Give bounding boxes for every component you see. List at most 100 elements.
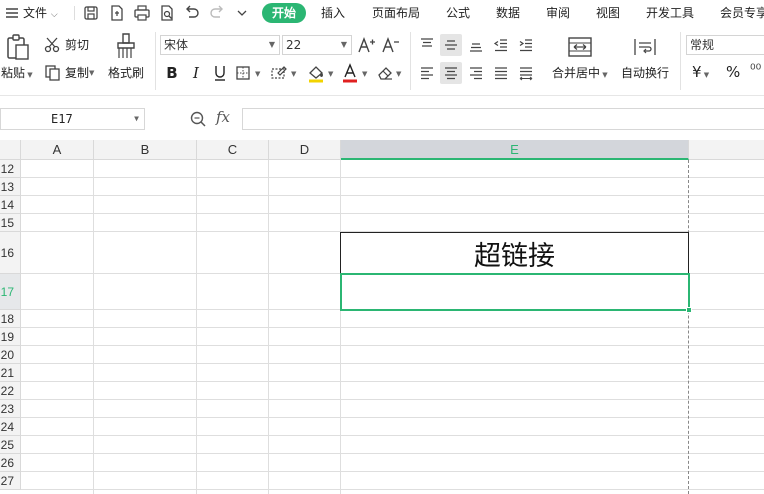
decrease-indent-icon[interactable] [490, 34, 512, 56]
row-header-16[interactable]: 16 [0, 232, 21, 274]
undo-icon[interactable] [183, 4, 201, 22]
copy-label: 复制 [65, 66, 90, 80]
align-center-icon[interactable] [440, 62, 462, 84]
tab-developer[interactable]: 开发工具 [646, 3, 694, 23]
row-header-22[interactable]: 22 [0, 382, 21, 400]
tab-data[interactable]: 数据 [496, 3, 520, 23]
tab-formulas[interactable]: 公式 [446, 3, 470, 23]
font-size-select[interactable]: 22 ▼ [282, 35, 352, 55]
number-format-value: 常规 [690, 38, 715, 52]
save-icon[interactable] [82, 4, 100, 22]
tab-insert[interactable]: 插入 [321, 3, 345, 23]
row-header-17[interactable]: 17 [0, 274, 21, 310]
divider [74, 6, 75, 20]
row-header-27[interactable]: 27 [0, 472, 21, 490]
column-header-e[interactable]: E [341, 140, 689, 160]
increase-font-size-icon[interactable] [356, 34, 378, 56]
chevron-down-icon[interactable]: ▼ [255, 70, 260, 78]
active-cell-e17[interactable] [340, 273, 690, 311]
row-header-12[interactable]: 12 [0, 160, 21, 178]
align-top-icon[interactable] [416, 34, 438, 56]
formula-bar: E17 ▼ fx [0, 96, 764, 140]
print-preview-icon[interactable] [158, 4, 176, 22]
chevron-down-icon[interactable]: ▼ [362, 70, 367, 78]
column-header-a[interactable]: A [21, 140, 94, 160]
row-header-25[interactable]: 25 [0, 436, 21, 454]
row-header-19[interactable]: 19 [0, 328, 21, 346]
format-painter-icon[interactable] [113, 32, 139, 60]
distributed-align-icon[interactable] [515, 62, 537, 84]
bold-icon[interactable]: B [161, 62, 183, 84]
column-header-f[interactable] [689, 140, 764, 160]
chevron-down-icon: ▼ [25, 71, 33, 79]
align-bottom-icon[interactable] [465, 34, 487, 56]
copy-button[interactable]: 复制 ▼ [44, 64, 94, 81]
comma-style-icon[interactable]: ⁰⁰ [750, 62, 761, 78]
merge-center-icon[interactable] [566, 35, 594, 59]
fill-handle[interactable] [686, 307, 692, 313]
align-left-icon[interactable] [416, 62, 438, 84]
chevron-down-icon[interactable]: ▼ [396, 70, 401, 78]
zoom-search-icon[interactable] [189, 110, 207, 128]
row-header-14[interactable]: 14 [0, 196, 21, 214]
align-right-icon[interactable] [465, 62, 487, 84]
merge-center-button[interactable]: 合并居中 ▼ [552, 64, 608, 81]
insert-function-button[interactable]: fx [216, 108, 230, 126]
row-header-20[interactable]: 20 [0, 346, 21, 364]
paste-icon[interactable] [4, 33, 30, 61]
row-header-23[interactable]: 23 [0, 400, 21, 418]
column-header-b[interactable]: B [94, 140, 197, 160]
font-name-value: 宋体 [164, 38, 189, 52]
row-header-18[interactable]: 18 [0, 310, 21, 328]
paste-button[interactable]: 粘贴 ▼ [1, 64, 33, 81]
tab-home[interactable]: 开始 [262, 3, 307, 23]
column-header-d[interactable]: D [269, 140, 341, 160]
row-header-24[interactable]: 24 [0, 418, 21, 436]
print-icon[interactable] [133, 4, 151, 22]
decrease-font-size-icon[interactable] [380, 34, 402, 56]
borders-icon[interactable] [232, 62, 254, 84]
increase-indent-icon[interactable] [515, 34, 537, 56]
file-menu[interactable]: 文件 ⌵ [23, 3, 58, 23]
format-painter-button[interactable]: 格式刷 [108, 64, 144, 81]
redo-icon[interactable] [208, 4, 226, 22]
cut-button[interactable]: 剪切 [44, 36, 89, 53]
name-box[interactable]: E17 ▼ [0, 108, 145, 130]
tab-review[interactable]: 审阅 [546, 3, 570, 23]
chevron-down-icon[interactable]: ▼ [291, 70, 296, 78]
row-header-15[interactable]: 15 [0, 214, 21, 232]
cut-label: 剪切 [65, 38, 90, 52]
fill-color-icon[interactable] [305, 62, 327, 84]
quick-access-more-icon[interactable] [233, 4, 251, 22]
gridline [340, 160, 341, 494]
font-color-icon[interactable] [339, 62, 361, 84]
chevron-down-icon[interactable]: ▼ [328, 70, 333, 78]
row-header-13[interactable]: 13 [0, 178, 21, 196]
justify-icon[interactable] [490, 62, 512, 84]
gridline [21, 381, 764, 382]
font-size-value: 22 [286, 38, 302, 52]
export-pdf-icon[interactable] [108, 4, 126, 22]
column-header-c[interactable]: C [197, 140, 269, 160]
row-header-21[interactable]: 21 [0, 364, 21, 382]
italic-icon[interactable]: I [185, 62, 207, 84]
percent-format-button[interactable]: % [726, 63, 740, 81]
chevron-down-icon: ▼ [340, 40, 347, 49]
formula-input[interactable] [242, 108, 764, 130]
cell-e16[interactable]: 超链接 [340, 232, 689, 274]
tab-view[interactable]: 视图 [596, 3, 620, 23]
hamburger-menu-icon[interactable] [3, 4, 21, 22]
row-header-26[interactable]: 26 [0, 454, 21, 472]
tab-page-layout[interactable]: 页面布局 [372, 3, 420, 23]
clear-format-icon[interactable] [374, 62, 396, 84]
wrap-text-button[interactable]: 自动换行 [621, 64, 669, 81]
font-name-select[interactable]: 宋体 ▼ [160, 35, 280, 55]
tab-member[interactable]: 会员专享 [720, 3, 764, 23]
wrap-text-icon[interactable] [631, 35, 659, 59]
currency-format-button[interactable]: ¥ ▼ [692, 63, 709, 81]
align-middle-icon[interactable] [440, 34, 462, 56]
underline-icon[interactable] [209, 62, 231, 84]
number-format-select[interactable]: 常规 [686, 35, 764, 55]
cell-style-icon[interactable] [268, 62, 290, 84]
select-all-corner[interactable] [0, 140, 21, 160]
